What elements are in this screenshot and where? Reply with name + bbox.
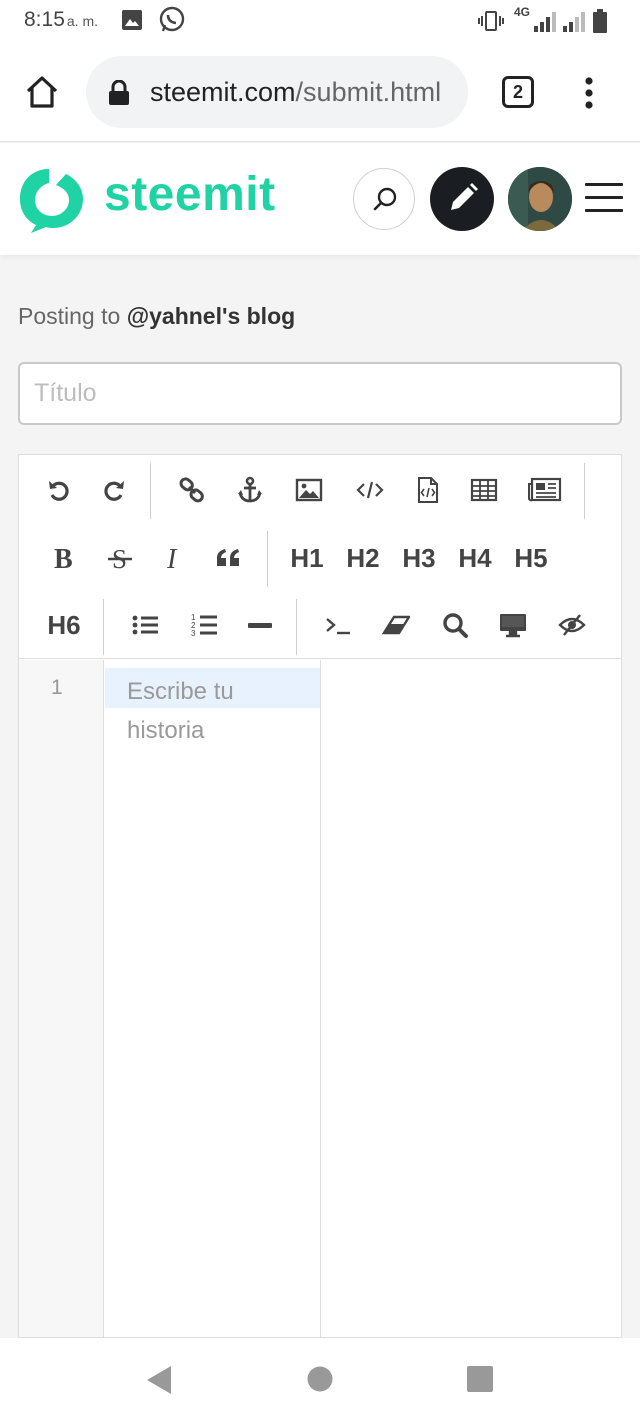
home-circle-icon[interactable] [307,1366,333,1397]
preview-pane [322,660,620,1337]
network-type: 4G [514,5,531,19]
markdown-editor: B S I H1 H2 H3 H4 H5 H6 123 [18,454,622,1338]
unordered-list-icon [132,615,158,635]
avatar[interactable] [508,167,572,231]
line-number: 1 [51,676,63,699]
menu-icon[interactable] [585,183,623,215]
recents-icon[interactable] [467,1366,493,1397]
image-icon [295,478,323,502]
title-input[interactable] [18,362,622,425]
status-ampm: a. m. [66,13,98,29]
steemit-logo-icon[interactable] [16,165,86,240]
italic-button[interactable]: I [151,535,197,581]
bold-button[interactable]: B [40,535,86,581]
lock-icon [108,79,130,111]
toggle-preview-button[interactable] [549,602,595,648]
search-icon [373,187,397,211]
markdown-input-area[interactable]: Escribe tu historia [105,660,321,1337]
link-button[interactable] [169,467,215,513]
svg-text:B: B [54,544,73,572]
svg-text:3: 3 [191,629,196,638]
italic-icon: I [166,544,178,572]
heading-5-button[interactable]: H5 [506,535,556,581]
home-icon[interactable] [24,74,60,115]
heading-3-button[interactable]: H3 [394,535,444,581]
code-block-button[interactable] [405,467,451,513]
toolbar-separator [296,599,297,655]
line-number-gutter: 1 [19,660,104,1337]
quote-button[interactable] [206,535,252,581]
eraser-icon [382,615,410,635]
toggle-side-by-side-button[interactable] [315,602,361,648]
undo-icon [49,481,69,501]
address-bar[interactable]: steemit.com/submit.html [86,56,468,128]
code-file-icon [418,477,438,503]
link-icon [179,477,204,503]
ordered-list-icon: 123 [191,613,217,638]
table-icon [470,478,498,502]
signal-icon [562,12,588,37]
terminal-icon [326,618,350,635]
anchor-icon [238,476,262,503]
editor-toolbar: B S I H1 H2 H3 H4 H5 H6 123 [19,455,621,659]
toolbar-separator [103,599,104,655]
svg-text:I: I [166,544,178,572]
vibrate-icon [478,10,504,37]
bold-icon: B [54,544,73,572]
site-header: steemit [0,143,640,255]
tab-switcher-button[interactable]: 2 [502,76,534,108]
horizontal-rule-icon [248,623,272,628]
search-button[interactable] [353,168,415,230]
toolbar-separator [584,463,585,519]
whatsapp-icon [158,6,186,39]
pencil-icon [451,183,478,210]
monitor-icon [500,614,526,638]
preview-button[interactable] [490,602,536,648]
android-nav-bar [0,1338,640,1422]
heading-2-button[interactable]: H2 [338,535,388,581]
ordered-list-button[interactable]: 123 [181,602,227,648]
strikethrough-button[interactable]: S [97,535,143,581]
url-text: steemit.com/submit.html [150,77,442,107]
code-button[interactable] [347,467,393,513]
newspaper-icon [528,477,562,502]
toolbar-separator [267,531,268,587]
write-post-button[interactable] [430,167,494,231]
table-button[interactable] [461,467,507,513]
brand-name[interactable]: steemit [104,167,276,222]
eye-slash-icon [558,614,586,636]
search-replace-button[interactable] [432,602,478,648]
posting-to-label: Posting to @yahnel's blog [18,303,296,329]
anchor-button[interactable] [227,467,273,513]
back-icon[interactable] [145,1365,173,1400]
strikethrough-icon: S [108,544,132,572]
body-placeholder: Escribe tu historia [127,678,234,744]
heading-4-button[interactable]: H4 [450,535,500,581]
blog-name[interactable]: @yahnel's blog [127,303,295,329]
toolbar-separator [150,463,151,519]
heading-6-button[interactable]: H6 [39,602,89,648]
redo-icon [104,481,124,501]
full-width-button[interactable] [519,467,571,513]
undo-button[interactable] [36,467,82,513]
image-button[interactable] [286,467,332,513]
search-icon [443,613,468,638]
horizontal-rule-button[interactable] [237,602,283,648]
heading-1-button[interactable]: H1 [282,535,332,581]
redo-button[interactable] [91,467,137,513]
unordered-list-button[interactable] [122,602,168,648]
battery-icon [593,9,607,38]
quote-icon [217,549,239,566]
status-time: 8:15 a. m. [24,8,98,31]
gallery-icon [121,9,143,36]
more-options-icon[interactable] [583,76,595,110]
code-icon [356,481,384,499]
signal-icon [533,12,559,37]
clean-block-button[interactable] [373,602,419,648]
status-bar: 8:15 a. m. 4G [0,0,640,42]
browser-toolbar: steemit.com/submit.html 2 [0,42,640,142]
